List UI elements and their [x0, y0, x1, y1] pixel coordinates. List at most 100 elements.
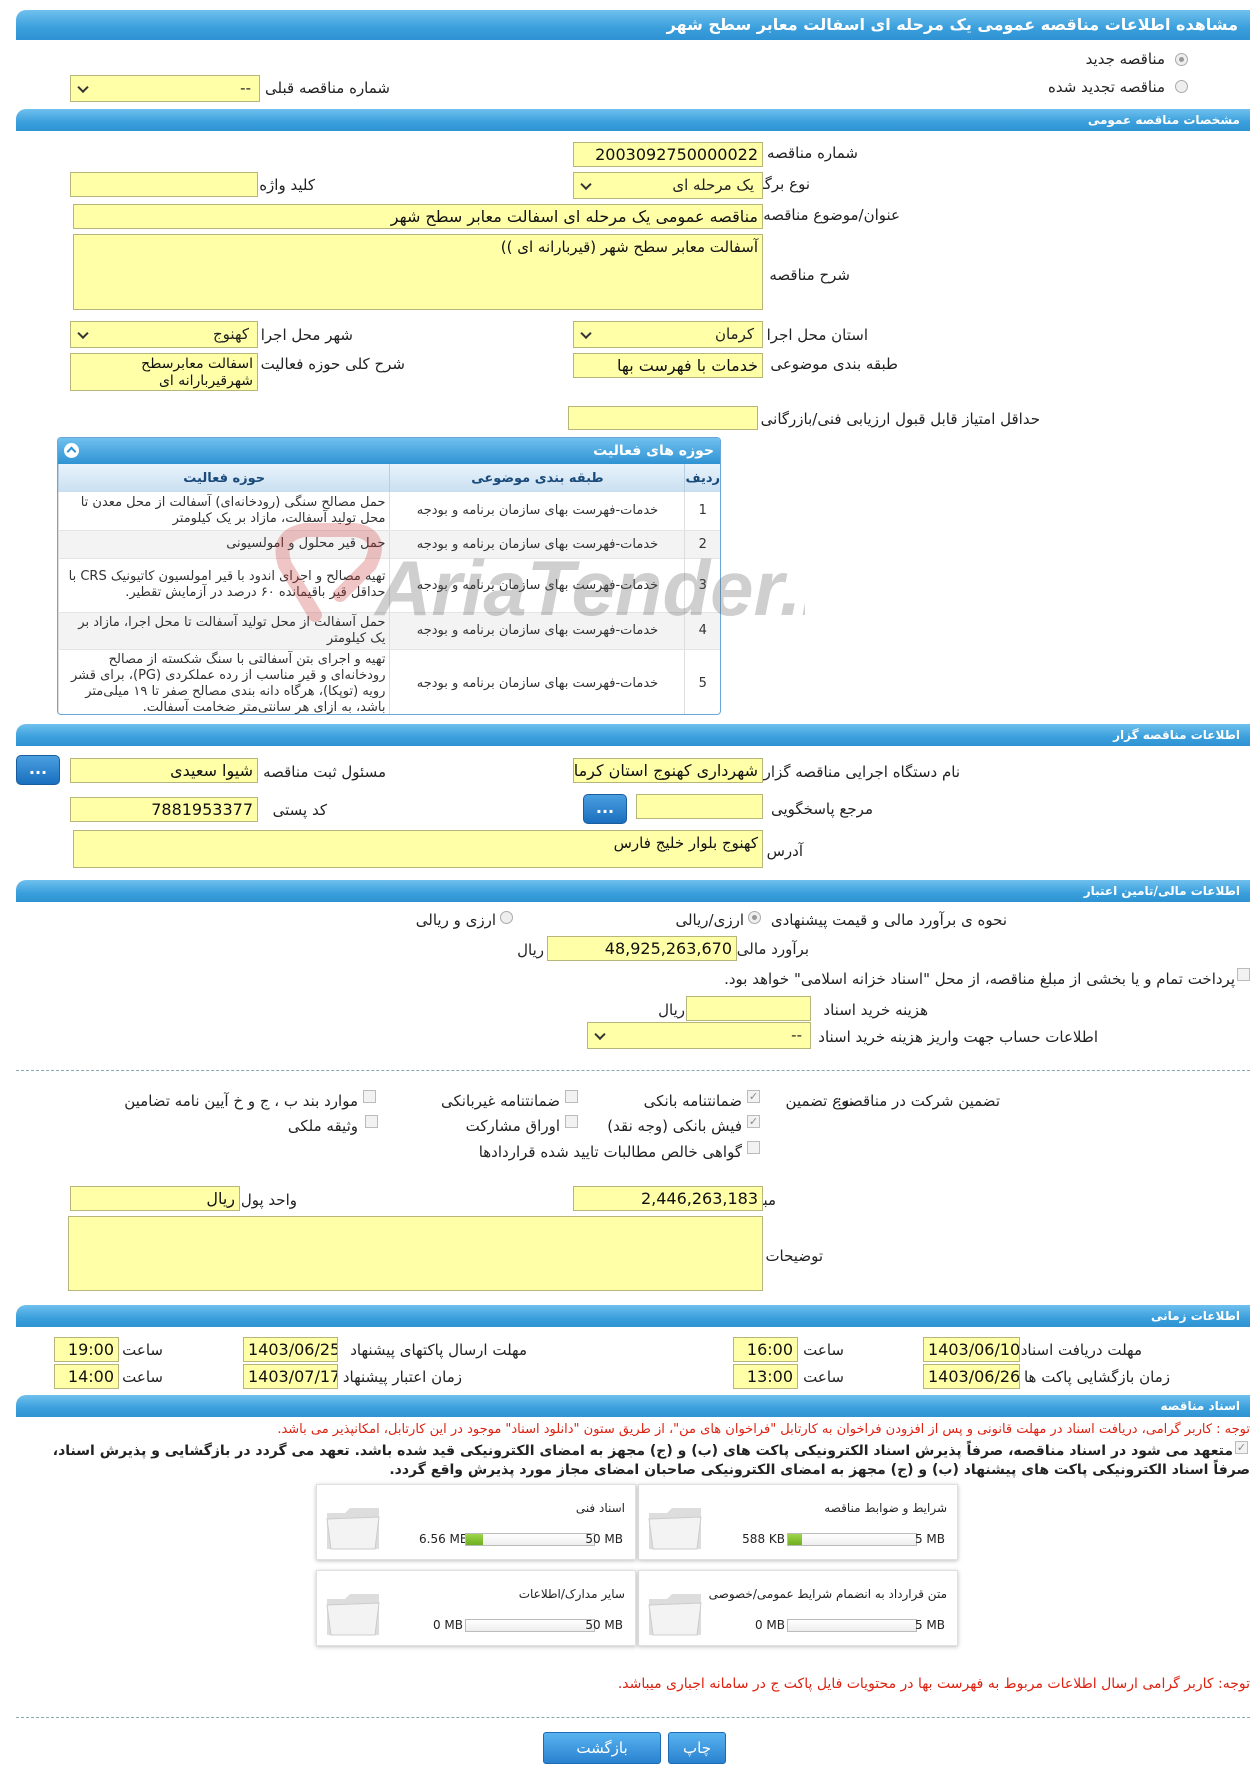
prev-tender-label: شماره مناقصه قبلی — [265, 79, 390, 97]
table-row: 5 خدمات-فهرست بهای سازمان برنامه و بودجه ت… — [58, 649, 720, 714]
doc-tile-max: 5 MB — [914, 1532, 945, 1546]
tender-type-select[interactable]: یک مرحله ای — [573, 172, 763, 199]
tender-type-value: یک مرحله ای — [672, 176, 754, 194]
organizer-section-title: اطلاعات مناقصه گزار — [1113, 728, 1240, 742]
city-value: کهنوج — [212, 325, 249, 343]
price-list-notice: توجه: کاربر گرامی ارسال اطلاعات مربوط به… — [617, 1676, 1250, 1692]
currency-unit-label: واحد پول — [240, 1191, 297, 1209]
doc-tile-technical[interactable]: اسناد فنی 6.56 MB 50 MB — [316, 1484, 636, 1560]
chevron-down-icon — [77, 81, 89, 93]
doc-tile-terms[interactable]: شرایط و ضوابط مناقصه 588 KB 5 MB — [638, 1484, 958, 1560]
keyword-label: کلید واژه — [259, 176, 315, 194]
col-header-activity: حوزه فعالیت — [58, 464, 390, 492]
print-button[interactable]: چاپ — [668, 1732, 726, 1764]
tender-subject-label: عنوان/موضوع مناقصه — [763, 206, 900, 224]
activity-areas-panel: حوزه های فعالیت ردیف طبقه بندی موضوعی حو… — [57, 437, 721, 715]
notes-label: توضیحات — [765, 1247, 823, 1265]
tender-desc-label: شرح مناقصه — [769, 266, 850, 284]
chevron-down-icon — [580, 327, 592, 339]
doc-tile-progress — [787, 1619, 917, 1632]
bid-validity-label: زمان اعتبار پیشنهاد — [342, 1368, 462, 1386]
reference-label: مرجع پاسخگویی — [770, 800, 873, 818]
collapse-icon[interactable] — [64, 443, 79, 458]
province-select[interactable]: کرمان — [573, 321, 763, 348]
bid-open-time: 13:00 — [733, 1364, 798, 1389]
docs-section-title: اسناد مناقصه — [1160, 1399, 1240, 1413]
bank-receipt-label: فیش بانکی (وجه نقد) — [607, 1117, 742, 1135]
account-select[interactable]: -- — [587, 1022, 811, 1049]
treasury-checkbox[interactable] — [1237, 968, 1250, 981]
postal-code-label: کد پستی — [272, 801, 327, 819]
bank-receipt-checkbox: ✓ — [747, 1115, 760, 1128]
doc-receive-label: مهلت دریافت اسناد — [1020, 1341, 1142, 1359]
doc-fee-unit: ریال — [658, 1001, 685, 1019]
bid-send-time-label: ساعت — [122, 1341, 163, 1359]
tender-desc-field: آسفالت معابر سطح شهر (قیربارانه ای )) — [73, 234, 763, 310]
chevron-down-icon — [580, 178, 592, 190]
keyword-input[interactable] — [70, 172, 258, 197]
currency-rial-label: ارزی/ریالی — [675, 911, 744, 929]
org-name-label: نام دستگاه اجرایی مناقصه گزار — [763, 763, 960, 781]
bid-validity-date: 1403/07/17 — [243, 1364, 338, 1389]
estimate-method-label: نحوه ی برآورد مالی و قیمت پیشنهادی — [770, 911, 1007, 929]
row-activity: حمل مصالح سنگی (رودخانه‌ای) آسفالت از مح… — [58, 492, 390, 531]
general-section-bar: مشخصات مناقصه عمومی — [16, 109, 1250, 131]
doc-fee-field — [686, 996, 811, 1021]
renewed-tender-label: مناقصه تجدید شده — [1048, 78, 1165, 96]
table-row: 4 خدمات-فهرست بهای سازمان برنامه و بودجه ح… — [58, 612, 720, 650]
table-row: 1 خدمات-فهرست بهای سازمان برنامه و بودجه ح… — [58, 492, 720, 531]
clause-items-label: موارد بند ب ، ج و خ آیین نامه تضامین — [124, 1092, 358, 1110]
doc-tile-other[interactable]: سایر مدارک/اطلاعات 0 MB 50 MB — [316, 1570, 636, 1646]
row-activity: حمل آسفالت از محل تولید آسفالت تا محل اج… — [58, 612, 390, 650]
docs-notice: توجه : کاربر گرامی، دریافت اسناد در مهلت… — [277, 1422, 1250, 1437]
bid-send-date: 1403/06/25 — [243, 1337, 338, 1362]
doc-receive-time-label: ساعت — [803, 1341, 844, 1359]
min-score-field — [568, 406, 758, 430]
doc-tile-progress — [465, 1533, 595, 1546]
currency-rial-radio[interactable] — [748, 911, 761, 924]
guarantee-type-label: نوع تضمین — [785, 1092, 853, 1110]
min-score-label: حداقل امتیاز قابل قبول ارزیابی فنی/بازرگ… — [760, 410, 1040, 428]
doc-tile-max: 50 MB — [585, 1618, 623, 1632]
bid-send-time: 19:00 — [54, 1337, 119, 1362]
table-row: 2 خدمات-فهرست بهای سازمان برنامه و بودجه ح… — [58, 530, 720, 559]
currency-and-rial-radio[interactable] — [500, 911, 513, 924]
notes-field — [68, 1216, 763, 1291]
folder-icon — [326, 1594, 380, 1636]
row-category: خدمات-فهرست بهای سازمان برنامه و بودجه — [389, 612, 685, 650]
tender-number-field: 2003092750000022 — [573, 142, 763, 167]
doc-tile-max: 50 MB — [585, 1532, 623, 1546]
row-category: خدمات-فهرست بهای سازمان برنامه و بودجه — [389, 649, 685, 714]
doc-tile-progress — [465, 1619, 595, 1632]
prev-tender-select[interactable]: -- — [70, 75, 260, 102]
row-number: 1 — [684, 492, 720, 531]
commitment-checkbox: ✓ — [1235, 1441, 1248, 1454]
responsible-label: مسئول ثبت مناقصه — [263, 763, 386, 781]
claims-certificate-checkbox — [747, 1141, 760, 1154]
estimate-unit: ریال — [517, 941, 544, 959]
tender-subject-field: مناقصه عمومی یک مرحله ای اسفالت معابر سط… — [73, 204, 763, 229]
back-button[interactable]: بازگشت — [543, 1732, 661, 1764]
section-divider — [16, 1070, 1250, 1071]
treasury-text: پرداخت تمام و یا بخشی از مبلغ مناقصه، از… — [724, 970, 1235, 988]
address-field: کهنوج بلوار خلیج فارس — [73, 830, 763, 868]
doc-tile-size: 0 MB — [754, 1618, 785, 1632]
bank-guarantee-label: ضمانتنامه بانکی — [643, 1092, 742, 1110]
doc-tile-max: 5 MB — [914, 1618, 945, 1632]
activity-areas-header: حوزه های فعالیت — [58, 438, 720, 464]
doc-tile-contract[interactable]: متن قرارداد به انضمام شرایط عمومی/خصوصی … — [638, 1570, 958, 1646]
responsible-lookup-button[interactable]: ... — [16, 755, 60, 785]
tender-number-label: شماره مناقصه — [766, 144, 858, 162]
new-tender-radio[interactable] — [1175, 53, 1188, 66]
page-title-bar: مشاهده اطلاعات مناقصه عمومی یک مرحله ای … — [16, 10, 1250, 40]
renewed-tender-radio[interactable] — [1175, 80, 1188, 93]
commitment-text-1: متعهد می شود در اسناد مناقصه، صرفاً پذیر… — [52, 1443, 1233, 1459]
new-tender-label: مناقصه جدید — [1085, 50, 1165, 68]
chevron-down-icon — [77, 327, 89, 339]
property-collateral-checkbox — [365, 1115, 378, 1128]
reference-lookup-button[interactable]: ... — [583, 794, 627, 824]
bid-validity-time-label: ساعت — [122, 1368, 163, 1386]
city-select[interactable]: کهنوج — [70, 321, 258, 348]
currency-unit-field: ریال — [70, 1186, 240, 1211]
account-label: اطلاعات حساب جهت واریز هزینه خرید اسناد — [818, 1028, 1098, 1046]
